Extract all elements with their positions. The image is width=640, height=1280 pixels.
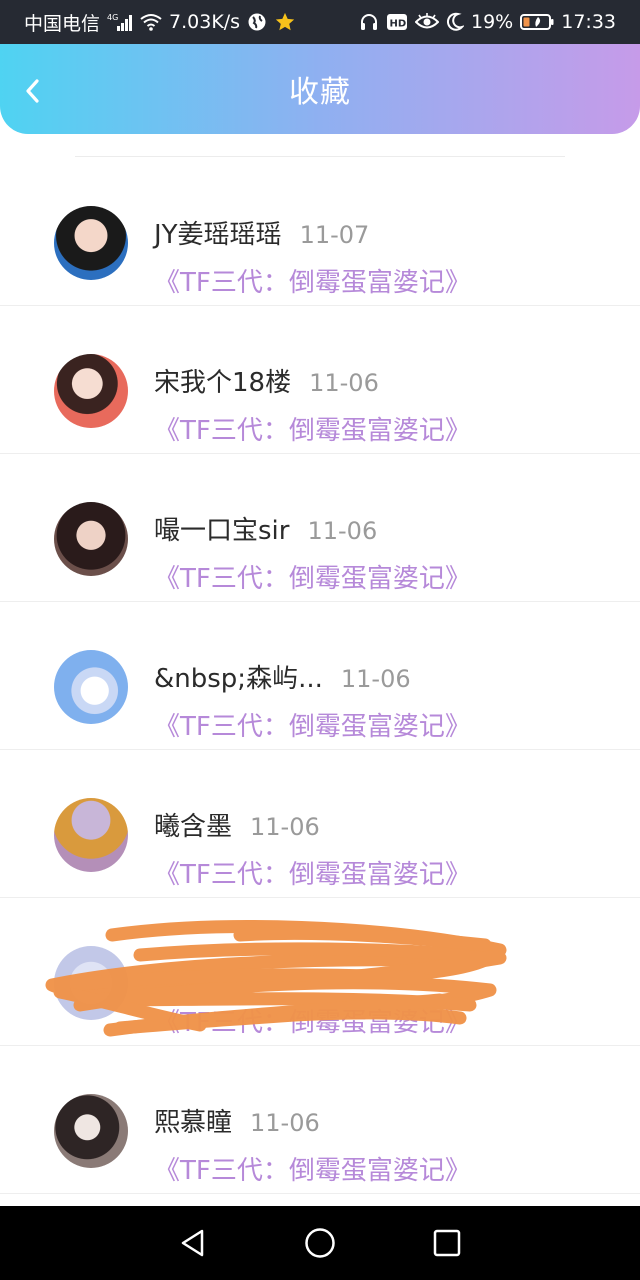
favorite-date: 11-06 bbox=[250, 1109, 320, 1137]
signal-icon: 4G bbox=[107, 13, 133, 31]
svg-text:HD: HD bbox=[390, 19, 407, 30]
work-title-link[interactable]: 《TF三代：倒霉蛋富婆记》 bbox=[154, 262, 471, 299]
svg-text:4G: 4G bbox=[107, 13, 118, 22]
avatar[interactable] bbox=[54, 206, 128, 280]
system-nav-bar bbox=[0, 1206, 640, 1280]
favorite-row[interactable]: JY姜瑶瑶瑶 11-07 《TF三代：倒霉蛋富婆记》 bbox=[0, 158, 640, 306]
chevron-left-icon bbox=[26, 79, 39, 103]
user-info-line: 熙慕瞳 11-06 bbox=[154, 1102, 320, 1139]
avatar[interactable] bbox=[54, 502, 128, 576]
favorites-list: JY姜瑶瑶瑶 11-07 《TF三代：倒霉蛋富婆记》 宋我个18楼 11-06 《TF三代… bbox=[0, 150, 640, 1206]
favorite-date: 11-06 bbox=[250, 813, 320, 841]
favorite-row[interactable]: 熙慕瞳 11-06 《TF三代：倒霉蛋富婆记》 bbox=[0, 1046, 640, 1194]
favorite-date: 11-07 bbox=[299, 221, 370, 249]
favorite-date: 11-06 bbox=[340, 665, 411, 693]
avatar[interactable] bbox=[54, 946, 128, 1020]
favorite-date: 11-06 bbox=[309, 369, 379, 397]
user-name[interactable]: 宋我个18楼 bbox=[154, 362, 291, 399]
status-bar-left: 中国电信 4G 7.03K/s bbox=[24, 9, 296, 36]
nav-back-button[interactable] bbox=[171, 1221, 215, 1265]
user-info-line: 宋我个18楼 11-06 bbox=[154, 362, 379, 399]
user-info-line: &nbsp;森屿... 11-06 bbox=[154, 658, 411, 695]
app-header: 收藏 bbox=[0, 44, 640, 134]
user-info-line: 嘬一口宝sir 11-06 bbox=[154, 510, 377, 547]
work-title-link[interactable]: 《TF三代：倒霉蛋富婆记》 bbox=[154, 706, 471, 743]
hd-icon: HD bbox=[386, 12, 408, 32]
carrier-label: 中国电信 bbox=[24, 12, 101, 35]
row-divider bbox=[0, 1193, 640, 1194]
user-name[interactable]: 嘬一口宝sir bbox=[154, 510, 289, 547]
status-bar-right: HD 19% 17:33 bbox=[359, 11, 616, 33]
list-top-divider bbox=[75, 156, 565, 157]
nav-recents-button[interactable] bbox=[425, 1221, 469, 1265]
user-name[interactable]: JY姜瑶瑶瑶 bbox=[154, 214, 282, 251]
avatar[interactable] bbox=[54, 1094, 128, 1168]
eye-icon bbox=[415, 13, 439, 31]
nav-home-button[interactable] bbox=[298, 1221, 342, 1265]
recents-square-icon bbox=[433, 1229, 460, 1257]
favorite-row[interactable]: 曦含墨 11-06 《TF三代：倒霉蛋富婆记》 bbox=[0, 750, 640, 898]
star-icon bbox=[274, 11, 296, 33]
favorite-row[interactable]: 《TF三代：倒霉蛋富婆记》 bbox=[0, 898, 640, 1046]
globe-icon bbox=[247, 12, 267, 32]
avatar[interactable] bbox=[54, 354, 128, 428]
user-info-line: JY姜瑶瑶瑶 11-07 bbox=[154, 214, 369, 251]
work-title-link[interactable]: 《TF三代：倒霉蛋富婆记》 bbox=[154, 1002, 471, 1039]
battery-percent: 19% bbox=[471, 11, 514, 33]
favorites-screen: 中国电信 4G 7.03K/s HD 19% 17:33 收藏 JY姜瑶瑶瑶 1… bbox=[0, 0, 640, 1280]
back-button[interactable] bbox=[18, 76, 48, 106]
user-name[interactable]: 熙慕瞳 bbox=[154, 1102, 232, 1139]
user-info-line: 曦含墨 11-06 bbox=[154, 806, 320, 843]
page-title: 收藏 bbox=[289, 75, 351, 110]
battery-icon bbox=[520, 13, 554, 31]
work-title-link[interactable]: 《TF三代：倒霉蛋富婆记》 bbox=[154, 1150, 471, 1187]
user-name[interactable]: &nbsp;森屿... bbox=[154, 658, 323, 695]
wifi-icon bbox=[140, 13, 162, 31]
network-speed: 7.03K/s bbox=[169, 11, 241, 33]
work-title-link[interactable]: 《TF三代：倒霉蛋富婆记》 bbox=[154, 854, 471, 891]
favorite-row[interactable]: 宋我个18楼 11-06 《TF三代：倒霉蛋富婆记》 bbox=[0, 306, 640, 454]
moon-icon bbox=[446, 12, 464, 32]
status-bar: 中国电信 4G 7.03K/s HD 19% 17:33 bbox=[0, 0, 640, 44]
user-name[interactable]: 曦含墨 bbox=[154, 806, 232, 843]
home-circle-icon bbox=[305, 1228, 335, 1258]
favorite-date: 11-06 bbox=[307, 517, 378, 545]
back-triangle-icon bbox=[182, 1229, 204, 1257]
avatar[interactable] bbox=[54, 798, 128, 872]
work-title-link[interactable]: 《TF三代：倒霉蛋富婆记》 bbox=[154, 410, 471, 447]
clock: 17:33 bbox=[561, 11, 616, 33]
favorite-row[interactable]: 嘬一口宝sir 11-06 《TF三代：倒霉蛋富婆记》 bbox=[0, 454, 640, 602]
headphones-icon bbox=[359, 12, 379, 32]
work-title-link[interactable]: 《TF三代：倒霉蛋富婆记》 bbox=[154, 558, 471, 595]
favorite-row[interactable]: &nbsp;森屿... 11-06 《TF三代：倒霉蛋富婆记》 bbox=[0, 602, 640, 750]
avatar[interactable] bbox=[54, 650, 128, 724]
